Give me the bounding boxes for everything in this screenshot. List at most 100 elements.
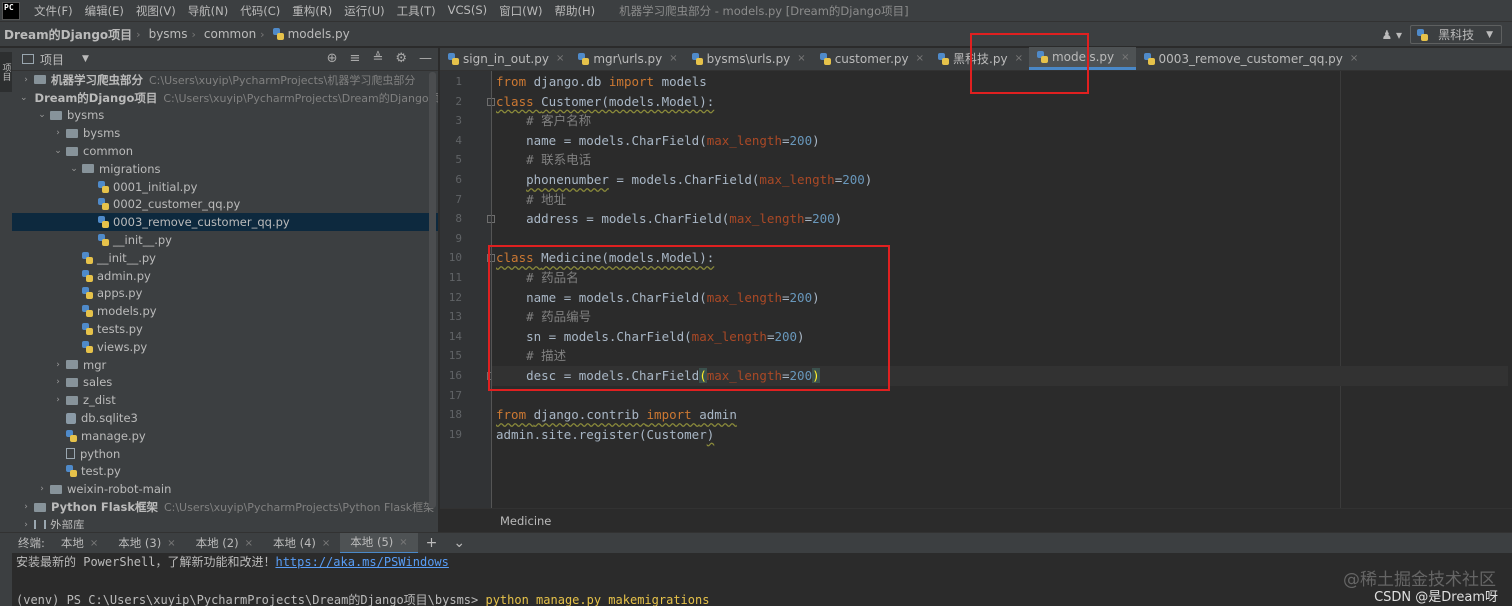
breadcrumb-item[interactable]: bysms: [145, 27, 188, 41]
menu-item[interactable]: 文件(F): [28, 3, 79, 19]
menu-item[interactable]: 代码(C): [234, 3, 286, 19]
tree-item[interactable]: ⌄ bysms: [12, 107, 438, 125]
run-config-selector[interactable]: 黑科技 ▼: [1410, 25, 1502, 44]
chevron-right-icon[interactable]: ›: [20, 75, 32, 85]
tree-item[interactable]: ⌄ Dream的Django项目 C:\Users\xuyip\PycharmPro…: [12, 89, 438, 107]
tree-item[interactable]: test.py: [12, 463, 438, 481]
tree-item[interactable]: __init__.py: [12, 231, 438, 249]
close-icon[interactable]: ×: [399, 537, 407, 548]
expand-all-icon[interactable]: ≡: [350, 51, 361, 66]
code-line[interactable]: admin.site.register(Customer): [496, 425, 714, 445]
code-line[interactable]: # 联系电话: [496, 150, 591, 170]
chevron-right-icon[interactable]: ›: [52, 377, 64, 387]
tree-item[interactable]: models.py: [12, 302, 438, 320]
tree-item[interactable]: › sales: [12, 374, 438, 392]
code-line[interactable]: # 描述: [496, 346, 566, 366]
code-line[interactable]: class Medicine(models.Model):: [496, 248, 714, 268]
chevron-down-icon[interactable]: ⌄: [20, 93, 28, 103]
code-line[interactable]: phonenumber = models.CharField(max_lengt…: [496, 170, 872, 190]
tree-item[interactable]: __init__.py: [12, 249, 438, 267]
menu-item[interactable]: 运行(U): [338, 3, 390, 19]
chevron-down-icon[interactable]: ⌄: [36, 110, 48, 120]
code-line[interactable]: name = models.CharField(max_length=200): [496, 288, 820, 308]
tree-item[interactable]: 0002_customer_qq.py: [12, 196, 438, 214]
tree-item[interactable]: views.py: [12, 338, 438, 356]
menu-item[interactable]: VCS(S): [442, 3, 493, 19]
tree-item[interactable]: apps.py: [12, 285, 438, 303]
close-icon[interactable]: ×: [90, 538, 98, 549]
code-line[interactable]: # 客户名称: [496, 111, 591, 131]
tree-item[interactable]: › weixin-robot-main: [12, 480, 438, 498]
code-line[interactable]: from django.db import models: [496, 72, 707, 92]
editor-tab[interactable]: mgr\urls.py ×: [570, 47, 683, 70]
editor-tab[interactable]: 0003_remove_customer_qq.py ×: [1136, 47, 1365, 70]
chevron-right-icon[interactable]: ›: [52, 128, 64, 138]
menu-item[interactable]: 导航(N): [182, 3, 235, 19]
tree-item[interactable]: 0001_initial.py: [12, 178, 438, 196]
collapse-all-icon[interactable]: ≜: [372, 51, 383, 66]
tree-item[interactable]: › 外部库: [12, 516, 438, 529]
minimize-icon[interactable]: —: [419, 51, 432, 66]
tree-item[interactable]: tests.py: [12, 320, 438, 338]
add-terminal-button[interactable]: +: [418, 535, 446, 551]
breadcrumb-item[interactable]: models.py: [269, 27, 350, 41]
breadcrumb-item[interactable]: Dream的Django项目: [0, 26, 132, 43]
code-line[interactable]: # 药品编号: [496, 307, 591, 327]
terminal-options-chevron-icon[interactable]: ⌄: [445, 535, 473, 551]
tree-item[interactable]: db.sqlite3: [12, 409, 438, 427]
editor-tab[interactable]: customer.py ×: [812, 47, 930, 70]
code-line[interactable]: from django.contrib import admin: [496, 405, 737, 425]
tree-item[interactable]: › z_dist: [12, 391, 438, 409]
close-icon[interactable]: ×: [245, 538, 253, 549]
chevron-down-icon[interactable]: ▼: [82, 54, 89, 64]
menu-item[interactable]: 重构(R): [286, 3, 338, 19]
code-line[interactable]: # 药品名: [496, 268, 579, 288]
tree-item[interactable]: › bysms: [12, 124, 438, 142]
tree-item[interactable]: › mgr: [12, 356, 438, 374]
code-line[interactable]: address = models.CharField(max_length=20…: [496, 209, 842, 229]
breadcrumb-item[interactable]: common: [200, 27, 256, 41]
user-icon[interactable]: ♟ ▾: [1381, 28, 1402, 42]
close-icon[interactable]: ×: [1350, 53, 1358, 64]
terminal-tab[interactable]: 本地 (5) ×: [340, 532, 418, 554]
code-line[interactable]: desc = models.CharField(max_length=200): [492, 366, 1508, 386]
code-line[interactable]: sn = models.CharField(max_length=200): [496, 327, 804, 347]
close-icon[interactable]: ×: [1015, 53, 1023, 64]
chevron-right-icon[interactable]: ›: [20, 520, 32, 529]
menu-item[interactable]: 窗口(W): [493, 3, 548, 19]
tree-item[interactable]: python: [12, 445, 438, 463]
project-tool-tab[interactable]: 项目: [0, 52, 12, 92]
project-scrollbar[interactable]: [429, 72, 436, 508]
close-icon[interactable]: ×: [322, 538, 330, 549]
code-line[interactable]: class Customer(models.Model):: [496, 92, 714, 112]
tree-item[interactable]: manage.py: [12, 427, 438, 445]
editor-tab[interactable]: bysms\urls.py ×: [684, 47, 812, 70]
close-icon[interactable]: ×: [1121, 52, 1129, 63]
menu-item[interactable]: 编辑(E): [79, 3, 130, 19]
menu-item[interactable]: 视图(V): [130, 3, 182, 19]
close-icon[interactable]: ×: [669, 53, 677, 64]
project-panel-title[interactable]: 项目: [40, 51, 64, 68]
chevron-right-icon[interactable]: ›: [36, 484, 48, 494]
tree-item[interactable]: › Python Flask框架 C:\Users\xuyip\PycharmPro…: [12, 498, 438, 516]
tree-item[interactable]: › 机器学习爬虫部分 C:\Users\xuyip\PycharmProjects\…: [12, 71, 438, 89]
menu-item[interactable]: 工具(T): [391, 3, 442, 19]
terminal-output[interactable]: 安装最新的 PowerShell，了解新功能和改进！https://aka.ms…: [12, 553, 1512, 606]
chevron-down-icon[interactable]: ⌄: [52, 146, 64, 156]
editor-tab[interactable]: sign_in_out.py ×: [440, 47, 570, 70]
close-icon[interactable]: ×: [916, 53, 924, 64]
editor-tab[interactable]: 黑科技.py ×: [930, 47, 1029, 70]
terminal-tab[interactable]: 本地 (2) ×: [186, 533, 263, 554]
tree-item[interactable]: ⌄ migrations: [12, 160, 438, 178]
tree-item[interactable]: admin.py: [12, 267, 438, 285]
terminal-tab[interactable]: 本地 ×: [51, 533, 108, 554]
close-icon[interactable]: ×: [167, 538, 175, 549]
tree-item[interactable]: 0003_remove_customer_qq.py: [12, 213, 438, 232]
terminal-tab[interactable]: 本地 (4) ×: [263, 533, 340, 554]
chevron-right-icon[interactable]: ›: [20, 502, 32, 512]
chevron-right-icon[interactable]: ›: [52, 360, 64, 370]
close-icon[interactable]: ×: [556, 53, 564, 64]
code-line[interactable]: # 地址: [496, 190, 566, 210]
editor-breadcrumb-class[interactable]: Medicine: [500, 514, 551, 528]
chevron-down-icon[interactable]: ⌄: [68, 164, 80, 174]
